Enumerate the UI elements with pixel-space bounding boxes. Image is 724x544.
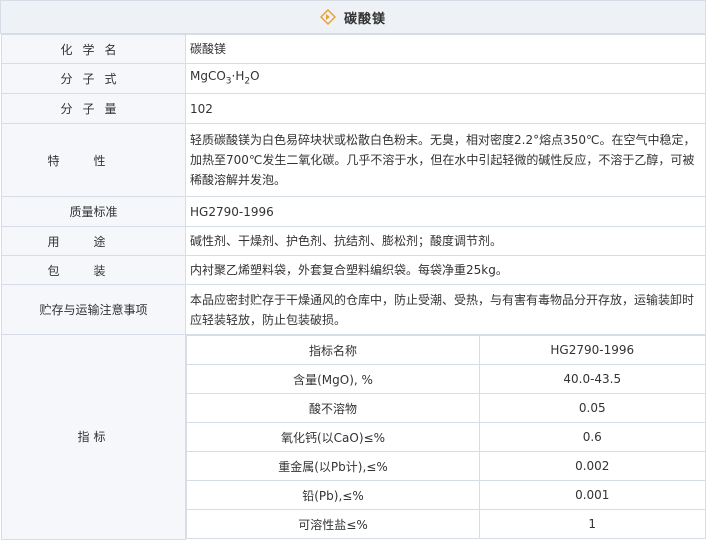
value-package: 内衬聚乙烯塑料袋，外套复合塑料编织袋。每袋净重25kg。 xyxy=(185,255,706,285)
indicator-name: 可溶性盐≤% xyxy=(186,509,480,539)
formula-part-mg: MgCO xyxy=(190,68,226,83)
indicator-row: 含量(MgO), % 40.0-43.5 xyxy=(186,364,706,394)
indicator-value: 1 xyxy=(479,509,706,539)
formula-part-o: O xyxy=(250,68,260,83)
value-standard: HG2790-1996 xyxy=(185,196,706,227)
indicator-value: 40.0-43.5 xyxy=(479,364,706,394)
row-formula: 分子式 MgCO3·H2O xyxy=(1,63,706,94)
indicator-row: 氧化钙(以CaO)≤% 0.6 xyxy=(186,422,706,452)
indicator-value: HG2790-1996 xyxy=(479,335,706,365)
value-usage: 碱性剂、干燥剂、护色剂、抗结剂、膨松剂；酸度调节剂。 xyxy=(185,226,706,256)
indicator-value: 0.001 xyxy=(479,480,706,510)
value-chem-name: 碳酸镁 xyxy=(185,34,706,64)
row-chem-name: 化学名 碳酸镁 xyxy=(1,34,706,64)
row-indicators: 指标 指标名称 HG2790-1996 含量(MgO), % 40.0-43.5 酸不溶… xyxy=(1,334,706,540)
row-property: 特性 轻质碳酸镁为白色易碎块状或松散白色粉末。无臭，相对密度2.2°熔点350℃… xyxy=(1,123,706,197)
value-property: 轻质碳酸镁为白色易碎块状或松散白色粉末。无臭，相对密度2.2°熔点350℃。在空… xyxy=(185,123,706,197)
label-weight: 分子量 xyxy=(1,93,186,124)
row-package: 包装 内衬聚乙烯塑料袋，外套复合塑料编织袋。每袋净重25kg。 xyxy=(1,255,706,285)
indicators-table: 指标名称 HG2790-1996 含量(MgO), % 40.0-43.5 酸不溶物 0.… xyxy=(186,335,706,539)
indicator-value: 0.6 xyxy=(479,422,706,452)
indicator-name: 酸不溶物 xyxy=(186,393,480,423)
label-property: 特性 xyxy=(1,123,186,197)
title-bar: 碳酸镁 xyxy=(0,0,706,34)
row-weight: 分子量 102 xyxy=(1,93,706,124)
product-card: 碳酸镁 化学名 碳酸镁 分子式 MgCO3·H2O 分子量 102 特性 轻质碳… xyxy=(0,0,706,544)
indicator-name: 氧化钙(以CaO)≤% xyxy=(186,422,480,452)
label-indicators: 指标 xyxy=(1,334,186,540)
indicator-value: 0.002 xyxy=(479,451,706,481)
label-formula: 分子式 xyxy=(1,63,186,94)
formula-part-dot: ·H xyxy=(231,68,245,83)
indicator-name: 指标名称 xyxy=(186,335,480,365)
indicator-row: 可溶性盐≤% 1 xyxy=(186,509,706,539)
spec-table: 化学名 碳酸镁 分子式 MgCO3·H2O 分子量 102 特性 轻质碳酸镁为白… xyxy=(1,34,706,540)
indicator-value: 0.05 xyxy=(479,393,706,423)
value-weight: 102 xyxy=(185,93,706,124)
indicator-row: 酸不溶物 0.05 xyxy=(186,393,706,423)
label-storage: 贮存与运输注意事项 xyxy=(1,284,186,335)
label-package: 包装 xyxy=(1,255,186,285)
value-formula: MgCO3·H2O xyxy=(185,63,706,94)
diamond-arrow-icon xyxy=(319,8,337,26)
indicator-name: 重金属(以Pb计),≤% xyxy=(186,451,480,481)
row-usage: 用途 碱性剂、干燥剂、护色剂、抗结剂、膨松剂；酸度调节剂。 xyxy=(1,226,706,256)
page-title: 碳酸镁 xyxy=(343,11,386,27)
indicators-cell: 指标名称 HG2790-1996 含量(MgO), % 40.0-43.5 酸不溶物 0.… xyxy=(186,335,706,539)
label-usage: 用途 xyxy=(1,226,186,256)
indicator-row: 重金属(以Pb计),≤% 0.002 xyxy=(186,451,706,481)
value-storage: 本品应密封贮存于干燥通风的仓库中，防止受潮、受热，与有害有毒物品分开存放，运输装… xyxy=(185,284,706,335)
row-standard: 质量标准 HG2790-1996 xyxy=(1,196,706,227)
label-standard: 质量标准 xyxy=(1,196,186,227)
indicator-name: 含量(MgO), % xyxy=(186,364,480,394)
label-chem-name: 化学名 xyxy=(1,34,186,64)
indicator-name: 铅(Pb),≤% xyxy=(186,480,480,510)
indicator-row: 铅(Pb),≤% 0.001 xyxy=(186,480,706,510)
indicator-row: 指标名称 HG2790-1996 xyxy=(186,335,706,365)
row-storage: 贮存与运输注意事项 本品应密封贮存于干燥通风的仓库中，防止受潮、受热，与有害有毒… xyxy=(1,284,706,335)
